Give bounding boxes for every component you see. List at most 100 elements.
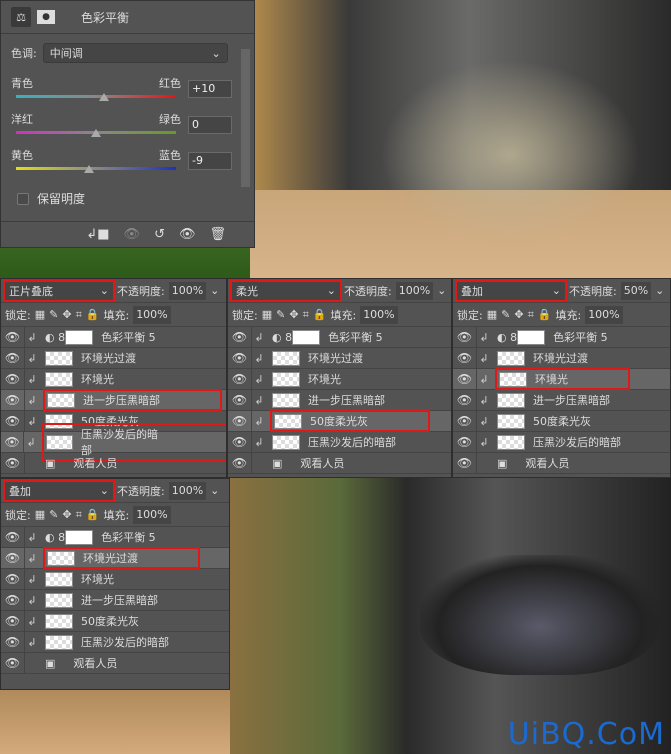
eye-icon[interactable]: 👁 <box>453 327 477 347</box>
fill-input[interactable]: 100% <box>133 305 171 324</box>
blend-mode-select[interactable]: 叠加 ⌄ <box>3 479 115 502</box>
eye-icon[interactable]: 👁 <box>453 453 477 473</box>
opacity-input[interactable]: 100% <box>168 481 207 500</box>
chevron-down-icon[interactable]: ⌄ <box>655 284 664 297</box>
lock-all-icon[interactable]: 🔒 <box>538 308 552 321</box>
eye-icon[interactable]: 👁 <box>453 411 477 431</box>
layer-row[interactable]: 👁 ↲ ◐ 8 色彩平衡 5 <box>453 327 670 348</box>
layer-row[interactable]: 👁 ↲ 环境光过渡 <box>228 348 451 369</box>
layer-row[interactable]: 👁 ↲ 环境光过渡 <box>453 348 670 369</box>
view-previous-icon[interactable]: 👁 <box>124 227 141 242</box>
cyan-red-slider[interactable]: 青色 红色 <box>11 75 181 101</box>
layer-row[interactable]: 👁 ↲ 压黑沙发后的暗部 <box>1 632 229 653</box>
lock-transparency-icon[interactable]: ▦ <box>35 308 45 321</box>
preserve-luminosity-checkbox[interactable]: 保留明度 <box>17 190 85 207</box>
lock-artboard-icon[interactable]: ⌗ <box>528 308 534 322</box>
layer-row[interactable]: 👁 ↲ 环境光 <box>228 369 451 390</box>
opacity-input[interactable]: 100% <box>395 281 434 300</box>
lock-all-icon[interactable]: 🔒 <box>313 308 327 321</box>
layer-row[interactable]: 👁 ↲ 50度柔光灰 <box>453 411 670 432</box>
tone-select[interactable]: 中间调 ⌄ <box>42 43 228 63</box>
layer-row[interactable]: 👁 ↲ ◐ 8 色彩平衡 5 <box>1 327 226 348</box>
slider-thumb[interactable] <box>83 165 94 173</box>
layer-row[interactable]: 👁 ↲ 进一步压黑暗部 <box>1 389 226 411</box>
eye-icon[interactable]: 👁 <box>1 548 25 568</box>
clip-to-layer-icon[interactable]: ↲■ <box>86 227 109 242</box>
opacity-input[interactable]: 50% <box>620 281 652 300</box>
eye-icon[interactable]: 👁 <box>453 390 477 410</box>
eye-icon[interactable]: 👁 <box>1 327 25 347</box>
eye-icon[interactable]: 👁 <box>1 348 25 368</box>
eye-icon[interactable]: 👁 <box>1 432 25 452</box>
lock-artboard-icon[interactable]: ⌗ <box>303 308 309 322</box>
eye-icon[interactable]: 👁 <box>453 369 477 389</box>
eye-icon[interactable]: 👁 <box>1 590 25 610</box>
eye-icon[interactable]: 👁 <box>1 369 25 389</box>
eye-icon[interactable]: 👁 <box>228 348 252 368</box>
layer-row[interactable]: 👁 ↲ ◐ 8 色彩平衡 5 <box>228 327 451 348</box>
magenta-green-slider[interactable]: 洋红 绿色 <box>11 111 181 137</box>
layer-row[interactable]: 👁 ↲ 50度柔光灰 <box>1 611 229 632</box>
fill-input[interactable]: 100% <box>133 505 171 524</box>
layer-row[interactable]: 👁 ↲ 环境光过渡 <box>1 547 229 569</box>
eye-icon[interactable]: 👁 <box>1 411 25 431</box>
scrollbar[interactable] <box>241 49 250 187</box>
lock-transparency-icon[interactable]: ▦ <box>262 308 272 321</box>
eye-icon[interactable]: 👁 <box>1 632 25 652</box>
layer-row[interactable]: 👁 ↲ 压黑沙发后的暗部 <box>228 432 451 453</box>
blend-mode-select[interactable]: 柔光 ⌄ <box>230 279 342 302</box>
yellow-blue-value[interactable]: -9 <box>188 152 232 170</box>
fill-input[interactable]: 100% <box>360 305 398 324</box>
eye-icon[interactable]: 👁 <box>228 369 252 389</box>
layer-row[interactable]: 👁 ↲ 进一步压黑暗部 <box>228 390 451 411</box>
lock-paint-icon[interactable]: ✎ <box>49 508 58 521</box>
eye-icon[interactable]: 👁 <box>228 453 252 473</box>
layer-row[interactable]: 👁 ↲ 进一步压黑暗部 <box>453 390 670 411</box>
eye-icon[interactable]: 👁 <box>228 411 252 431</box>
slider-thumb[interactable] <box>99 93 109 101</box>
lock-move-icon[interactable]: ✥ <box>62 308 71 321</box>
yellow-blue-slider[interactable]: 黄色 蓝色 <box>11 147 181 173</box>
blend-mode-select[interactable]: 正片叠底 ⌄ <box>3 279 115 302</box>
mask-icon[interactable]: ● <box>37 10 55 24</box>
chevron-down-icon[interactable]: ⌄ <box>210 284 219 297</box>
color-balance-icon[interactable]: ⚖ <box>11 7 31 27</box>
layer-row[interactable]: 👁 ↲ 环境光过渡 <box>1 348 226 369</box>
opacity-input[interactable]: 100% <box>168 281 207 300</box>
lock-transparency-icon[interactable]: ▦ <box>35 508 45 521</box>
layer-row[interactable]: 👁 ▣ 观看人员 <box>228 453 451 474</box>
layer-row[interactable]: 👁 ↲ ◐ 8 色彩平衡 5 <box>1 527 229 548</box>
eye-icon[interactable]: 👁 <box>1 569 25 589</box>
layer-row[interactable]: 👁 ↲ 进一步压黑暗部 <box>1 590 229 611</box>
lock-paint-icon[interactable]: ✎ <box>276 308 285 321</box>
eye-icon[interactable]: 👁 <box>228 390 252 410</box>
layer-row[interactable]: 👁 ↲ 50度柔光灰 <box>228 410 451 432</box>
blend-mode-select[interactable]: 叠加 ⌄ <box>455 279 567 302</box>
lock-transparency-icon[interactable]: ▦ <box>487 308 497 321</box>
layer-row[interactable]: 👁 ↲ 压黑沙发后的暗部 <box>453 432 670 453</box>
layer-row[interactable]: 👁 ↲ 压黑沙发后的暗部 <box>1 423 226 461</box>
lock-paint-icon[interactable]: ✎ <box>501 308 510 321</box>
lock-move-icon[interactable]: ✥ <box>289 308 298 321</box>
layer-row[interactable]: 👁 ↲ 环境光 <box>453 368 670 390</box>
chevron-down-icon[interactable]: ⌄ <box>210 484 219 497</box>
lock-artboard-icon[interactable]: ⌗ <box>76 508 82 522</box>
eye-icon[interactable]: 👁 <box>453 348 477 368</box>
visibility-icon[interactable]: 👁 <box>179 227 196 242</box>
slider-thumb[interactable] <box>91 129 101 137</box>
reset-icon[interactable]: ↺ <box>154 227 165 242</box>
layer-row[interactable]: 👁 ↲ 环境光 <box>1 369 226 390</box>
layer-row[interactable]: 👁 ↲ 环境光 <box>1 569 229 590</box>
chevron-down-icon[interactable]: ⌄ <box>437 284 446 297</box>
magenta-green-value[interactable]: 0 <box>188 116 232 134</box>
lock-paint-icon[interactable]: ✎ <box>49 308 58 321</box>
eye-icon[interactable]: 👁 <box>1 611 25 631</box>
lock-move-icon[interactable]: ✥ <box>514 308 523 321</box>
lock-all-icon[interactable]: 🔒 <box>86 308 100 321</box>
eye-icon[interactable]: 👁 <box>453 432 477 452</box>
layer-row[interactable]: 👁 ▣ 观看人员 <box>1 653 229 674</box>
eye-icon[interactable]: 👁 <box>1 527 25 547</box>
cyan-red-value[interactable]: +10 <box>188 80 232 98</box>
fill-input[interactable]: 100% <box>585 305 623 324</box>
checkbox-box[interactable] <box>17 192 29 205</box>
